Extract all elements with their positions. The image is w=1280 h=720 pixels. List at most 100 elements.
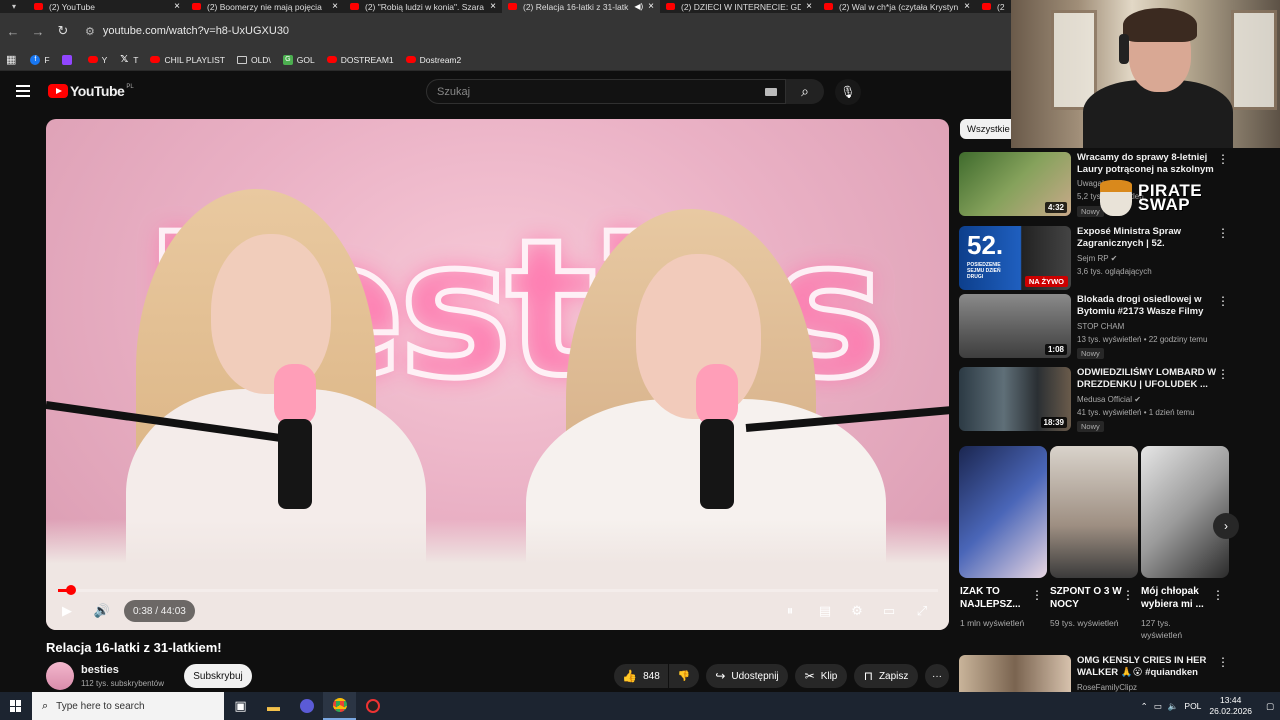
recommendation-item[interactable]: 52. POSIEDZENIE SEJMU DZIEŃ DRUGI NA ŻYW…: [959, 226, 1264, 292]
search-input[interactable]: Szukaj: [426, 79, 786, 104]
keyboard-icon[interactable]: [765, 88, 777, 96]
recommendation-title[interactable]: Blokada drogi osiedlowej w Bytomiu #2173…: [1077, 294, 1217, 318]
recorder-app-icon[interactable]: [356, 692, 389, 720]
bookmark-twitch[interactable]: [61, 54, 76, 65]
play-button[interactable]: ▶: [54, 599, 80, 623]
more-vertical-icon[interactable]: ⋮: [1217, 367, 1229, 381]
url-field[interactable]: ⚙ youtube.com/watch?v=h8-UxUGXU30: [81, 18, 961, 44]
recommendation-item[interactable]: 1:08 Blokada drogi osiedlowej w Bytomiu …: [959, 294, 1264, 360]
bookmark-folder-old[interactable]: OLD\: [236, 55, 271, 65]
clock[interactable]: 13:44 26.02.2026: [1209, 695, 1252, 717]
short-title[interactable]: Mój chłopak wybiera mi ...: [1141, 585, 1213, 611]
start-button[interactable]: [0, 692, 32, 720]
close-tab-icon[interactable]: ×: [806, 1, 812, 12]
subscribe-button[interactable]: Subskrybuj: [184, 664, 252, 688]
chevron-up-icon[interactable]: ⌃: [1141, 701, 1148, 712]
video-thumbnail[interactable]: 4:32: [959, 152, 1071, 216]
notifications-icon[interactable]: ▢: [1266, 701, 1274, 712]
more-vertical-icon[interactable]: ⋮: [1217, 226, 1229, 240]
more-vertical-icon[interactable]: ⋮: [1122, 588, 1134, 602]
bookmark-x[interactable]: 𝕏T: [119, 54, 138, 65]
close-tab-icon[interactable]: ×: [964, 1, 970, 12]
recommendation-item[interactable]: OMG KENSLY CRIES IN HER WALKER 🙏😮 #quian…: [959, 655, 1264, 692]
browser-tab[interactable]: (2) DZIECI W INTERNECIE: GDZ ×: [660, 0, 818, 13]
task-view-icon[interactable]: ▣: [224, 692, 257, 720]
autoplay-toggle[interactable]: ⏸: [777, 599, 803, 623]
clip-button[interactable]: ✂ Klip: [795, 664, 847, 688]
recommendation-channel[interactable]: RoseFamilyClipz: [1077, 683, 1137, 692]
recommendation-item[interactable]: 18:39 ODWIEDZILIŚMY LOMBARD W DREZDENKU …: [959, 367, 1264, 433]
bookmark-youtube[interactable]: Y: [87, 55, 107, 65]
network-icon[interactable]: ▭: [1154, 701, 1162, 712]
tab-search-icon[interactable]: ▾: [0, 0, 28, 13]
site-info-icon[interactable]: ⚙: [85, 25, 95, 38]
short-title[interactable]: IZAK TO NAJLEPSZ...: [960, 585, 1032, 611]
fullscreen-button[interactable]: ⤢: [909, 599, 935, 623]
bookmark-dostream1[interactable]: DOSTREAM1: [326, 55, 394, 65]
video-thumbnail[interactable]: 52. POSIEDZENIE SEJMU DZIEŃ DRUGI NA ŻYW…: [959, 226, 1071, 290]
more-actions-button[interactable]: ···: [925, 664, 949, 688]
recommendation-title[interactable]: Wracamy do sprawy 8-letniej Laury potrąc…: [1077, 152, 1217, 176]
like-button[interactable]: 👍 848: [614, 664, 668, 688]
bookmark-gol[interactable]: G GOL: [282, 54, 315, 65]
audio-playing-icon[interactable]: ◀): [634, 2, 643, 11]
youtube-logo[interactable]: YouTube PL: [48, 83, 134, 99]
bookmark-dostream2[interactable]: Dostream2: [405, 55, 461, 65]
browser-tab[interactable]: (2) Boomerzy nie mają pojęcia ×: [186, 0, 344, 13]
file-explorer-icon[interactable]: ▬: [257, 692, 290, 720]
volume-icon[interactable]: 🔈: [1168, 701, 1179, 712]
back-arrow-icon[interactable]: ←: [1, 19, 25, 43]
settings-button[interactable]: ⚙: [844, 599, 870, 623]
chrome-app-icon[interactable]: [323, 692, 356, 720]
recommendation-channel[interactable]: Medusa Official ✔: [1077, 395, 1141, 404]
apps-grid-icon[interactable]: ▦: [6, 53, 16, 66]
forward-arrow-icon[interactable]: →: [26, 19, 50, 43]
save-button[interactable]: ⊓ Zapisz: [854, 664, 918, 688]
browser-tab[interactable]: (2) "Robią ludzi w konia". Szara ×: [344, 0, 502, 13]
reload-icon[interactable]: ↻: [51, 19, 75, 43]
subtitles-button[interactable]: ▤: [812, 599, 838, 623]
channel-avatar[interactable]: [46, 662, 74, 690]
recommendation-title[interactable]: OMG KENSLY CRIES IN HER WALKER 🙏😮 #quian…: [1077, 655, 1217, 679]
dislike-button[interactable]: 👎: [669, 664, 699, 688]
browser-tab[interactable]: (2) YouTube ×: [28, 0, 186, 13]
share-button[interactable]: ↪ Udostępnij: [706, 664, 788, 688]
bookmark-chil-playlist[interactable]: CHIL PLAYLIST: [150, 55, 225, 65]
short-thumbnail[interactable]: [1141, 446, 1229, 578]
taskbar-search-input[interactable]: ⌕ Type here to search: [32, 692, 224, 720]
browser-tab[interactable]: (2) Wal w ch*ja (czytała Krystyn ×: [818, 0, 976, 13]
shorts-next-button[interactable]: ›: [1213, 513, 1239, 539]
recommendation-channel[interactable]: Sejm RP ✔: [1077, 254, 1117, 263]
browser-tab[interactable]: (2: [976, 0, 1016, 13]
obs-app-icon[interactable]: [290, 692, 323, 720]
filter-chip-all[interactable]: Wszystkie: [960, 119, 1017, 139]
video-thumbnail[interactable]: 18:39: [959, 367, 1071, 431]
search-button[interactable]: ⌕: [786, 79, 824, 104]
video-thumbnail[interactable]: [959, 655, 1071, 692]
progress-scrubber-handle[interactable]: [65, 585, 76, 595]
progress-bar[interactable]: [58, 585, 938, 595]
short-thumbnail[interactable]: [959, 446, 1047, 578]
voice-search-button[interactable]: 🎙: [835, 79, 861, 105]
more-vertical-icon[interactable]: ⋮: [1217, 152, 1229, 166]
close-tab-icon[interactable]: ×: [490, 1, 496, 12]
close-tab-icon[interactable]: ×: [332, 1, 338, 12]
menu-hamburger-icon[interactable]: [16, 85, 30, 100]
close-tab-icon[interactable]: ×: [648, 1, 654, 12]
more-vertical-icon[interactable]: ⋮: [1217, 655, 1229, 669]
more-vertical-icon[interactable]: ⋮: [1212, 588, 1224, 602]
video-player[interactable]: besties ▶ 🔊 0:38 / 44:03 ⏸ ▤ ⚙ ▭ ⤢: [46, 119, 949, 630]
bookmark-facebook[interactable]: fF: [30, 54, 50, 65]
short-thumbnail[interactable]: [1050, 446, 1138, 578]
browser-tab-active[interactable]: (2) Relacja 16-latki z 31-latk ◀) ×: [502, 0, 660, 13]
more-vertical-icon[interactable]: ⋮: [1217, 294, 1229, 308]
more-vertical-icon[interactable]: ⋮: [1031, 588, 1043, 602]
close-tab-icon[interactable]: ×: [174, 1, 180, 12]
channel-name[interactable]: besties: [81, 664, 119, 676]
recommendation-title[interactable]: Exposé Ministra Spraw Zagranicznych | 52…: [1077, 226, 1217, 250]
theater-mode-button[interactable]: ▭: [876, 599, 902, 623]
language-indicator[interactable]: POL: [1184, 701, 1201, 711]
recommendation-title[interactable]: ODWIEDZILIŚMY LOMBARD W DREZDENKU | UFOL…: [1077, 367, 1217, 391]
video-thumbnail[interactable]: 1:08: [959, 294, 1071, 358]
volume-button[interactable]: 🔊: [89, 599, 115, 623]
